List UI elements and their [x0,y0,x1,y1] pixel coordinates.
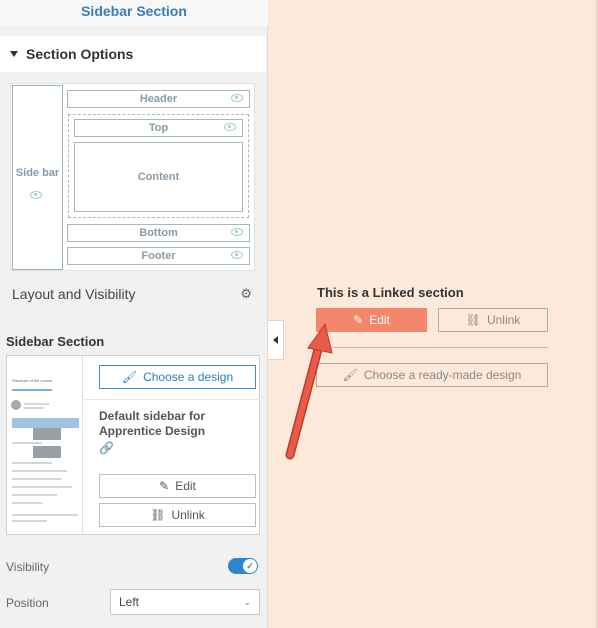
layout-bottom-block[interactable]: Bottom [67,224,250,242]
layout-visibility-row[interactable]: Layout and Visibility ⚙ [4,280,260,308]
choose-design-label: Choose a design [143,370,234,384]
unlink-icon: ⛓ [465,313,481,327]
thumbnail-line [12,470,67,472]
brush-icon: 🖌 [342,368,358,382]
layout-footer-block[interactable]: Footer [67,247,250,265]
thumbnail-line [12,502,42,504]
thumbnail-line [12,514,78,516]
eye-icon[interactable] [30,191,42,199]
choose-design-button[interactable]: 🖌 Choose a design [99,365,256,389]
canvas-unlink-label: Unlink [486,313,521,327]
eye-icon[interactable] [231,94,243,102]
chevron-down-icon: ⌄ [243,596,251,607]
thumbnail-line [12,442,42,444]
layout-visibility-label: Layout and Visibility [12,286,136,302]
layout-bottom-label: Bottom [139,227,178,239]
thumbnail-line [12,494,57,496]
position-select[interactable]: Left ⌄ [110,589,260,615]
layout-header-label: Header [139,93,178,105]
eye-icon[interactable] [231,228,243,236]
thumbnail-line [24,407,44,409]
unlink-icon: ⛓ [150,508,166,522]
edit-label: Edit [175,479,196,493]
visibility-label: Visibility [6,560,50,574]
pencil-icon: ✎ [353,313,364,327]
panel-title: Sidebar Section [0,0,268,26]
caret-left-icon [273,336,278,344]
eye-icon[interactable] [231,251,243,259]
design-name: Default sidebar for Apprentice Design [99,409,206,438]
annotation-arrow-icon [285,322,333,460]
layout-main-area: Top Content [68,114,249,218]
gear-icon[interactable]: ⚙ [240,286,252,302]
thumbnail-square [33,428,47,440]
edit-design-button[interactable]: ✎ Edit [99,474,256,498]
check-icon: ✓ [243,559,257,573]
layout-top-block[interactable]: Top [74,119,243,137]
thumbnail-line [12,462,52,464]
layout-content-block[interactable]: Content [74,142,243,212]
unlink-design-button[interactable]: ⛓ Unlink [99,503,256,527]
design-thumbnail: Structure of the course [7,356,83,534]
thumbnail-line [12,478,62,480]
divider [84,399,260,400]
thumbnail-line [12,389,52,391]
canvas-unlink-button[interactable]: ⛓ Unlink [438,308,548,332]
thumbnail-title: Structure of the course [12,378,53,383]
thumbnail-square [47,428,61,440]
section-options-label: Section Options [26,46,134,62]
thumbnail-active-item [12,418,79,428]
section-layout-preview: Side bar Header Top Content Bottom Foote… [10,83,255,271]
thumbnail-line [24,403,49,405]
eye-icon[interactable] [224,123,236,131]
thumbnail-line [12,486,72,488]
avatar [11,400,21,410]
pencil-icon: ✎ [159,479,170,493]
sidebar-section-box: Structure of the course 🖌 Choose a desig… [6,355,260,535]
thumbnail-square [33,446,47,458]
choose-ready-made-button[interactable]: 🖌 Choose a ready-made design [316,363,548,387]
layout-sidebar-block[interactable]: Side bar [12,85,63,270]
thumbnail-line [12,520,47,522]
unlink-label: Unlink [171,508,205,522]
sidebar-section-heading: Sidebar Section [6,334,105,349]
caret-down-icon [10,51,18,57]
link-icon: 🔗 [99,441,114,455]
canvas-edit-label: Edit [369,313,390,327]
linked-section-title: This is a Linked section [317,285,464,300]
brush-icon: 🖌 [121,370,138,384]
layout-header-block[interactable]: Header [67,90,250,108]
left-panel: Sidebar Section Section Options Side bar… [0,0,268,628]
choose-ready-made-label: Choose a ready-made design [363,368,522,382]
layout-top-label: Top [148,122,169,134]
section-options-toggle[interactable]: Section Options [0,36,266,72]
thumbnail-square [47,446,61,458]
visibility-toggle[interactable]: ✓ [228,558,258,574]
position-value: Left [119,595,140,609]
divider [317,347,548,348]
layout-sidebar-label: Side bar [15,167,60,179]
position-label: Position [6,596,49,610]
layout-footer-label: Footer [141,250,176,262]
